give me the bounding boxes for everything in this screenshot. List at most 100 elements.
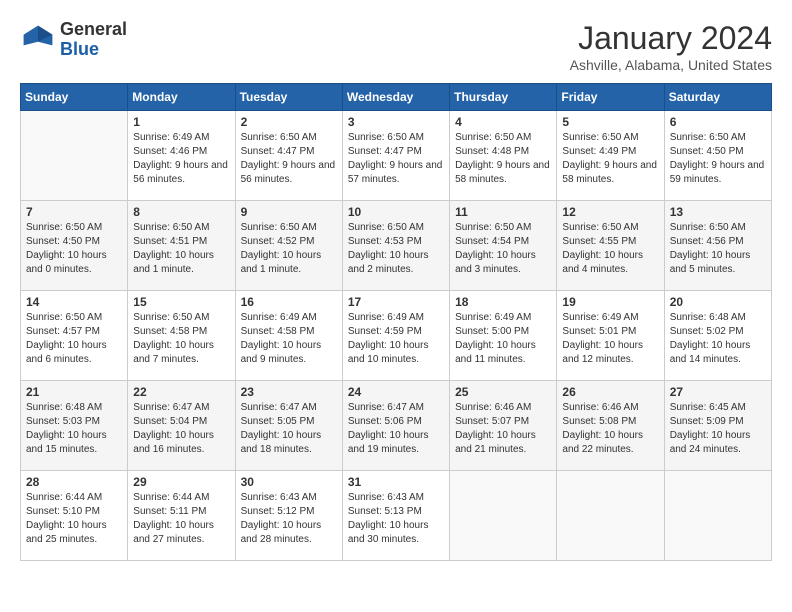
day-number: 1	[133, 115, 229, 129]
day-info: Sunrise: 6:44 AMSunset: 5:10 PMDaylight:…	[26, 491, 122, 547]
header-day-wednesday: Wednesday	[342, 84, 449, 111]
day-number: 24	[348, 385, 444, 399]
day-info: Sunrise: 6:43 AMSunset: 5:13 PMDaylight:…	[348, 491, 444, 547]
month-title: January 2024	[570, 20, 772, 57]
day-info: Sunrise: 6:50 AMSunset: 4:49 PMDaylight:…	[562, 131, 658, 187]
day-number: 4	[455, 115, 551, 129]
day-number: 15	[133, 295, 229, 309]
day-info: Sunrise: 6:49 AMSunset: 4:46 PMDaylight:…	[133, 131, 229, 187]
day-number: 8	[133, 205, 229, 219]
day-number: 11	[455, 205, 551, 219]
day-info: Sunrise: 6:49 AMSunset: 4:59 PMDaylight:…	[348, 311, 444, 367]
day-number: 10	[348, 205, 444, 219]
calendar-week-row: 7 Sunrise: 6:50 AMSunset: 4:50 PMDaylight…	[21, 201, 772, 291]
calendar-cell	[664, 471, 771, 561]
header-day-friday: Friday	[557, 84, 664, 111]
day-number: 30	[241, 475, 337, 489]
calendar-week-row: 14 Sunrise: 6:50 AMSunset: 4:57 PMDayligh…	[21, 291, 772, 381]
day-info: Sunrise: 6:45 AMSunset: 5:09 PMDaylight:…	[670, 401, 766, 457]
location-subtitle: Ashville, Alabama, United States	[570, 57, 772, 73]
day-info: Sunrise: 6:50 AMSunset: 4:50 PMDaylight:…	[26, 221, 122, 277]
day-number: 26	[562, 385, 658, 399]
day-number: 7	[26, 205, 122, 219]
day-number: 12	[562, 205, 658, 219]
day-number: 9	[241, 205, 337, 219]
calendar-cell: 16 Sunrise: 6:49 AMSunset: 4:58 PMDayligh…	[235, 291, 342, 381]
calendar-body: 1 Sunrise: 6:49 AMSunset: 4:46 PMDaylight…	[21, 111, 772, 561]
day-number: 27	[670, 385, 766, 399]
day-number: 17	[348, 295, 444, 309]
day-number: 3	[348, 115, 444, 129]
day-number: 23	[241, 385, 337, 399]
day-number: 22	[133, 385, 229, 399]
logo-general-text: General	[60, 20, 127, 40]
calendar-cell: 12 Sunrise: 6:50 AMSunset: 4:55 PMDayligh…	[557, 201, 664, 291]
calendar-cell: 7 Sunrise: 6:50 AMSunset: 4:50 PMDaylight…	[21, 201, 128, 291]
day-info: Sunrise: 6:47 AMSunset: 5:04 PMDaylight:…	[133, 401, 229, 457]
title-block: January 2024 Ashville, Alabama, United S…	[570, 20, 772, 73]
day-info: Sunrise: 6:44 AMSunset: 5:11 PMDaylight:…	[133, 491, 229, 547]
day-info: Sunrise: 6:50 AMSunset: 4:58 PMDaylight:…	[133, 311, 229, 367]
calendar-cell	[450, 471, 557, 561]
header-day-monday: Monday	[128, 84, 235, 111]
day-info: Sunrise: 6:50 AMSunset: 4:52 PMDaylight:…	[241, 221, 337, 277]
day-number: 14	[26, 295, 122, 309]
calendar-cell: 26 Sunrise: 6:46 AMSunset: 5:08 PMDayligh…	[557, 381, 664, 471]
calendar-cell: 6Sunrise: 6:50 AMSunset: 4:50 PMDaylight…	[664, 111, 771, 201]
day-info: Sunrise: 6:46 AMSunset: 5:07 PMDaylight:…	[455, 401, 551, 457]
day-number: 21	[26, 385, 122, 399]
header-day-sunday: Sunday	[21, 84, 128, 111]
day-info: Sunrise: 6:50 AMSunset: 4:57 PMDaylight:…	[26, 311, 122, 367]
day-info: Sunrise: 6:47 AMSunset: 5:06 PMDaylight:…	[348, 401, 444, 457]
page-header: General Blue January 2024 Ashville, Alab…	[20, 20, 772, 73]
day-info: Sunrise: 6:46 AMSunset: 5:08 PMDaylight:…	[562, 401, 658, 457]
calendar-cell: 25 Sunrise: 6:46 AMSunset: 5:07 PMDayligh…	[450, 381, 557, 471]
day-info: Sunrise: 6:50 AMSunset: 4:51 PMDaylight:…	[133, 221, 229, 277]
logo: General Blue	[20, 20, 127, 60]
calendar-cell: 27 Sunrise: 6:45 AMSunset: 5:09 PMDayligh…	[664, 381, 771, 471]
day-number: 29	[133, 475, 229, 489]
day-info: Sunrise: 6:48 AMSunset: 5:02 PMDaylight:…	[670, 311, 766, 367]
day-number: 13	[670, 205, 766, 219]
day-info: Sunrise: 6:50 AMSunset: 4:55 PMDaylight:…	[562, 221, 658, 277]
day-number: 25	[455, 385, 551, 399]
calendar-cell: 4 Sunrise: 6:50 AMSunset: 4:48 PMDaylight…	[450, 111, 557, 201]
calendar-cell: 21 Sunrise: 6:48 AMSunset: 5:03 PMDayligh…	[21, 381, 128, 471]
day-number: 31	[348, 475, 444, 489]
header-day-tuesday: Tuesday	[235, 84, 342, 111]
day-info: Sunrise: 6:50 AMSunset: 4:48 PMDaylight:…	[455, 131, 551, 187]
day-number: 18	[455, 295, 551, 309]
calendar-cell	[557, 471, 664, 561]
day-number: 16	[241, 295, 337, 309]
day-info: Sunrise: 6:48 AMSunset: 5:03 PMDaylight:…	[26, 401, 122, 457]
calendar-cell: 8 Sunrise: 6:50 AMSunset: 4:51 PMDaylight…	[128, 201, 235, 291]
day-info: Sunrise: 6:50 AMSunset: 4:47 PMDaylight:…	[348, 131, 444, 187]
calendar-cell: 15 Sunrise: 6:50 AMSunset: 4:58 PMDayligh…	[128, 291, 235, 381]
calendar-cell: 23Sunrise: 6:47 AMSunset: 5:05 PMDayligh…	[235, 381, 342, 471]
day-number: 5	[562, 115, 658, 129]
calendar-cell: 22 Sunrise: 6:47 AMSunset: 5:04 PMDayligh…	[128, 381, 235, 471]
calendar-cell: 2Sunrise: 6:50 AMSunset: 4:47 PMDaylight…	[235, 111, 342, 201]
day-info: Sunrise: 6:49 AMSunset: 4:58 PMDaylight:…	[241, 311, 337, 367]
day-info: Sunrise: 6:43 AMSunset: 5:12 PMDaylight:…	[241, 491, 337, 547]
day-info: Sunrise: 6:50 AMSunset: 4:50 PMDaylight:…	[670, 131, 766, 187]
calendar-cell: 18 Sunrise: 6:49 AMSunset: 5:00 PMDayligh…	[450, 291, 557, 381]
day-info: Sunrise: 6:49 AMSunset: 5:00 PMDaylight:…	[455, 311, 551, 367]
calendar-cell: 29 Sunrise: 6:44 AMSunset: 5:11 PMDayligh…	[128, 471, 235, 561]
day-info: Sunrise: 6:50 AMSunset: 4:54 PMDaylight:…	[455, 221, 551, 277]
calendar-cell: 5 Sunrise: 6:50 AMSunset: 4:49 PMDaylight…	[557, 111, 664, 201]
calendar-cell: 1 Sunrise: 6:49 AMSunset: 4:46 PMDaylight…	[128, 111, 235, 201]
calendar-cell: 10Sunrise: 6:50 AMSunset: 4:53 PMDayligh…	[342, 201, 449, 291]
calendar-cell: 3 Sunrise: 6:50 AMSunset: 4:47 PMDaylight…	[342, 111, 449, 201]
logo-blue-text: Blue	[60, 40, 127, 60]
calendar-week-row: 21 Sunrise: 6:48 AMSunset: 5:03 PMDayligh…	[21, 381, 772, 471]
calendar-cell: 28Sunrise: 6:44 AMSunset: 5:10 PMDayligh…	[21, 471, 128, 561]
day-info: Sunrise: 6:50 AMSunset: 4:56 PMDaylight:…	[670, 221, 766, 277]
calendar-week-row: 1 Sunrise: 6:49 AMSunset: 4:46 PMDaylight…	[21, 111, 772, 201]
calendar-cell: 30 Sunrise: 6:43 AMSunset: 5:12 PMDayligh…	[235, 471, 342, 561]
calendar-cell: 13 Sunrise: 6:50 AMSunset: 4:56 PMDayligh…	[664, 201, 771, 291]
calendar-cell: 24 Sunrise: 6:47 AMSunset: 5:06 PMDayligh…	[342, 381, 449, 471]
calendar-cell: 20Sunrise: 6:48 AMSunset: 5:02 PMDayligh…	[664, 291, 771, 381]
calendar-cell: 31 Sunrise: 6:43 AMSunset: 5:13 PMDayligh…	[342, 471, 449, 561]
day-info: Sunrise: 6:50 AMSunset: 4:47 PMDaylight:…	[241, 131, 337, 187]
